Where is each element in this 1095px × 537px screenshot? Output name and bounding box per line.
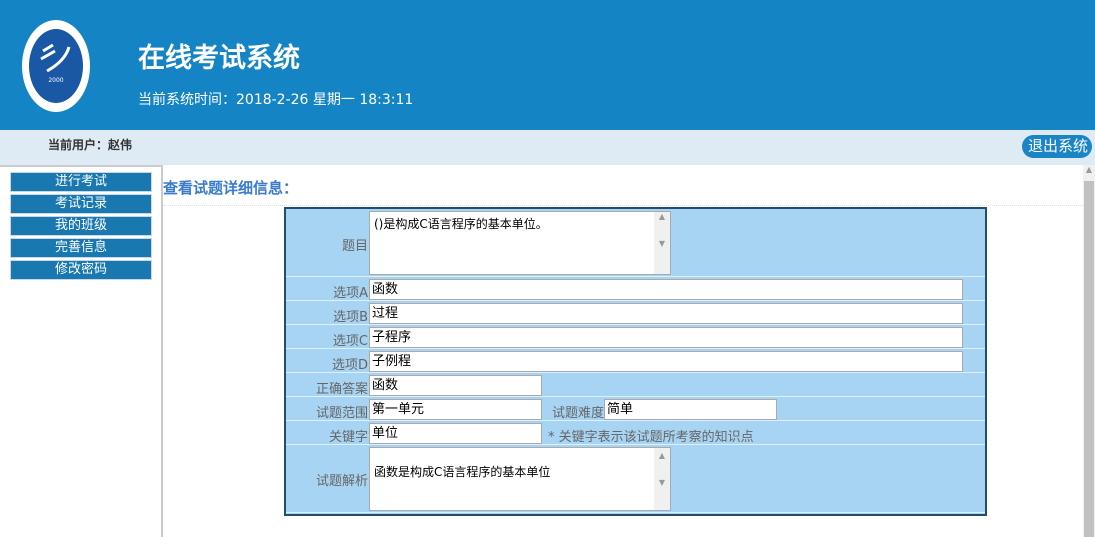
page-scrollbar[interactable]: ▲ xyxy=(1083,165,1095,537)
question-label: 题目 xyxy=(341,239,368,254)
option-a-label: 选项A xyxy=(333,286,368,301)
logout-button[interactable]: 退出系统 xyxy=(1022,135,1093,158)
keyword-hint: * 关键字表示该试题所考察的知识点 xyxy=(548,430,754,445)
scope-label: 试题范围 xyxy=(315,406,368,421)
current-user: 当前用户：赵伟 xyxy=(48,138,133,152)
option-c-input[interactable]: 子程序 xyxy=(369,327,963,348)
header: 2000 在线考试系统 当前系统时间：2018-2-26 星期一 18:3:11 xyxy=(0,0,1095,130)
difficulty-label: 试题难度 xyxy=(551,406,604,421)
user-bar xyxy=(0,130,1095,165)
keyword-label: 关键字 xyxy=(328,430,368,445)
question-text: ()是构成C语言程序的基本单位。 xyxy=(374,217,548,231)
option-d-input[interactable]: 子例程 xyxy=(369,351,963,372)
sidebar: 进行考试 考试记录 我的班级 完善信息 修改密码 xyxy=(0,165,163,537)
difficulty-input[interactable]: 简单 xyxy=(604,399,777,420)
scroll-thumb[interactable] xyxy=(1084,181,1094,537)
university-logo: 2000 xyxy=(22,20,90,112)
answer-label: 正确答案 xyxy=(315,382,368,397)
option-b-label: 选项B xyxy=(333,310,368,325)
scrollbar[interactable]: ▲ ▼ xyxy=(654,448,670,510)
sidebar-item-exam-records[interactable]: 考试记录 xyxy=(10,194,152,214)
sidebar-item-profile[interactable]: 完善信息 xyxy=(10,238,152,258)
divider xyxy=(163,205,1083,206)
scope-input[interactable]: 第一单元 xyxy=(369,399,542,420)
system-clock: 当前系统时间：2018-2-26 星期一 18:3:11 xyxy=(138,92,414,108)
keyword-input[interactable]: 单位 xyxy=(369,423,542,444)
analysis-text: 函数是构成C语言程序的基本单位 xyxy=(374,465,551,479)
sidebar-item-my-class[interactable]: 我的班级 xyxy=(10,216,152,236)
scrollbar[interactable]: ▲ ▼ xyxy=(654,212,670,274)
sidebar-item-take-exam[interactable]: 进行考试 xyxy=(10,172,152,192)
answer-input[interactable]: 函数 xyxy=(369,375,542,396)
analysis-label: 试题解析 xyxy=(315,474,368,489)
question-textarea[interactable]: ()是构成C语言程序的基本单位。 ▲ ▼ xyxy=(369,211,671,275)
question-detail-form: 题目 ()是构成C语言程序的基本单位。 ▲ ▼ 选项A 函数 选项B 过程 选项C… xyxy=(284,207,987,516)
option-b-input[interactable]: 过程 xyxy=(369,303,963,324)
analysis-textarea[interactable]: 函数是构成C语言程序的基本单位 ▲ ▼ xyxy=(369,447,671,511)
app-title: 在线考试系统 xyxy=(138,43,300,74)
sidebar-item-change-password[interactable]: 修改密码 xyxy=(10,260,152,280)
option-d-label: 选项D xyxy=(331,358,368,373)
page-title: 查看试题详细信息： xyxy=(163,179,299,197)
option-c-label: 选项C xyxy=(332,334,368,349)
option-a-input[interactable]: 函数 xyxy=(369,279,963,300)
